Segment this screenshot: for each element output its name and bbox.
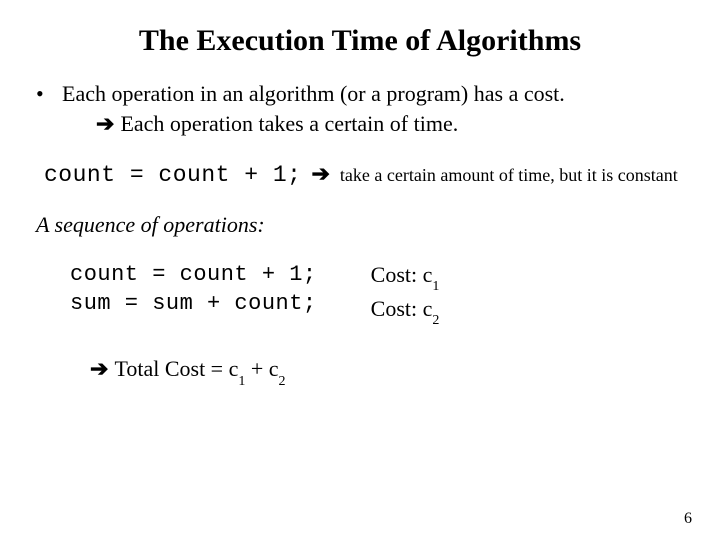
sequence-heading: A sequence of operations: xyxy=(36,212,684,238)
operations-column: count = count + 1; sum = sum + count; xyxy=(70,260,317,329)
bullet-text: Each operation in an algorithm (or a pro… xyxy=(62,80,684,109)
operations-block: count = count + 1; sum = sum + count; Co… xyxy=(70,260,684,329)
slide-title: The Execution Time of Algorithms xyxy=(36,24,684,58)
cost-line: Cost: c1 xyxy=(371,260,440,294)
page-number: 6 xyxy=(684,510,692,528)
cost-column: Cost: c1 Cost: c2 xyxy=(371,260,440,329)
cost-line: Cost: c2 xyxy=(371,294,440,328)
total-mid: + c xyxy=(245,356,278,381)
total-prefix: Total Cost = c xyxy=(114,356,238,381)
bullet-mark: • xyxy=(36,80,62,109)
operation-line: count = count + 1; xyxy=(70,260,317,290)
total-subscript: 2 xyxy=(279,374,286,389)
arrow-icon: ➔ xyxy=(90,356,108,382)
slide: The Execution Time of Algorithms • Each … xyxy=(0,0,720,540)
code-snippet: count = count + 1; xyxy=(44,162,301,188)
cost-subscript: 2 xyxy=(432,313,439,328)
inline-code-line: count = count + 1; ➔ take a certain amou… xyxy=(44,161,684,188)
arrow-icon: ➔ xyxy=(96,111,114,137)
total-subscript: 1 xyxy=(238,374,245,389)
cost-label: Cost: c xyxy=(371,262,433,287)
code-note: take a certain amount of time, but it is… xyxy=(340,165,678,186)
total-cost-line: ➔ Total Cost = c1 + c2 xyxy=(90,356,684,386)
sub-bullet-line: ➔ Each operation takes a certain of time… xyxy=(96,111,684,137)
cost-subscript: 1 xyxy=(432,279,439,294)
cost-label: Cost: c xyxy=(371,296,433,321)
total-cost-text: Total Cost = c1 + c2 xyxy=(114,356,285,386)
arrow-icon: ➔ xyxy=(311,161,329,187)
bullet-line: • Each operation in an algorithm (or a p… xyxy=(36,80,684,109)
operation-line: sum = sum + count; xyxy=(70,289,317,319)
sub-bullet-text: Each operation takes a certain of time. xyxy=(120,111,458,137)
